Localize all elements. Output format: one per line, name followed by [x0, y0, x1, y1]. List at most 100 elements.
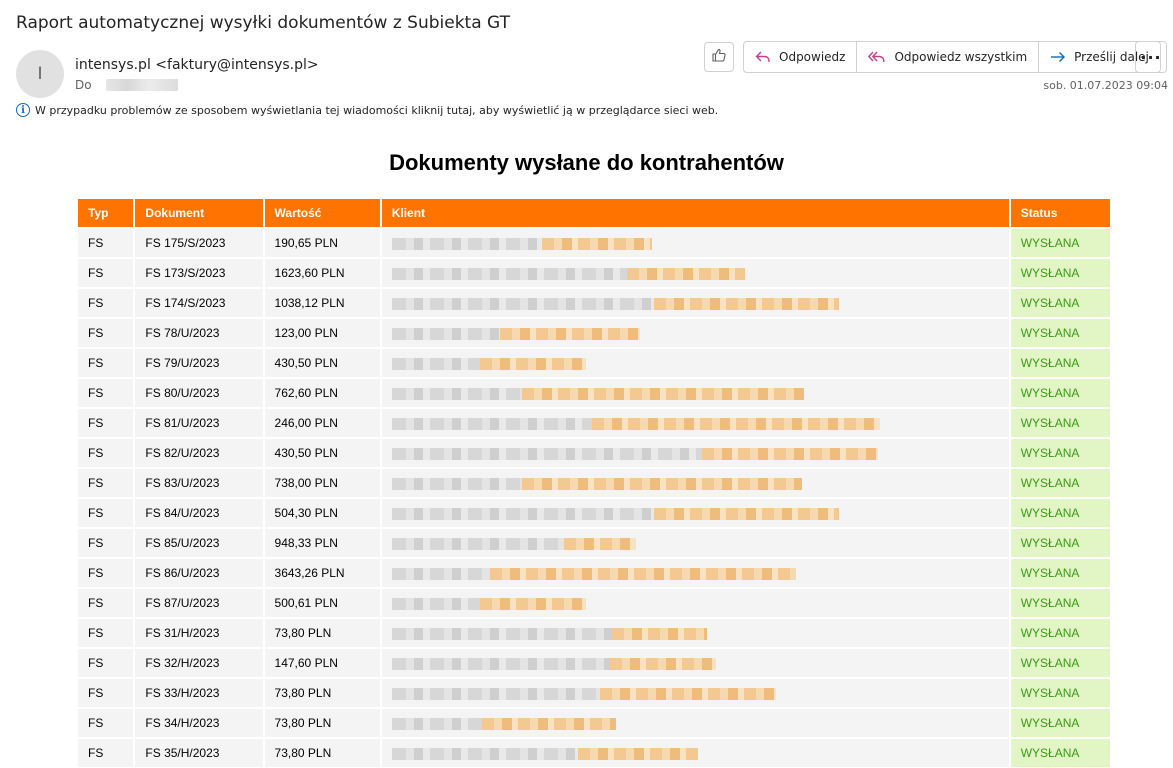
cell-klient — [381, 439, 1009, 467]
thumbs-up-icon — [711, 47, 727, 67]
cell-typ: FS — [78, 739, 134, 767]
client-email-redacted[interactable] — [701, 447, 878, 460]
client-email-redacted[interactable] — [481, 717, 616, 730]
cell-typ: FS — [78, 679, 134, 707]
cell-status: WYSŁANA — [1010, 529, 1110, 557]
cell-status: WYSŁANA — [1010, 349, 1110, 377]
table-row: FS FS 35/H/2023 73,80 PLN WYSŁANA — [78, 739, 1110, 767]
cell-wartosc: 147,60 PLN — [264, 649, 380, 677]
table-row: FS FS 86/U/2023 3643,26 PLN WYSŁANA — [78, 559, 1110, 587]
cell-dokument: FS 81/U/2023 — [135, 409, 263, 437]
client-email-redacted[interactable] — [626, 267, 745, 280]
table-row: FS FS 173/S/2023 1623,60 PLN WYSŁANA — [78, 259, 1110, 287]
cell-typ: FS — [78, 379, 134, 407]
client-email-redacted[interactable] — [563, 537, 636, 550]
column-header-dokument: Dokument — [135, 199, 263, 227]
cell-wartosc: 500,61 PLN — [264, 589, 380, 617]
cell-dokument: FS 82/U/2023 — [135, 439, 263, 467]
cell-status: WYSŁANA — [1010, 559, 1110, 587]
sender-avatar[interactable]: I — [16, 50, 64, 98]
cell-status: WYSŁANA — [1010, 469, 1110, 497]
client-name-redacted — [391, 567, 490, 580]
cell-typ: FS — [78, 619, 134, 647]
web-view-notice[interactable]: i W przypadku problemów ze sposobem wyśw… — [16, 103, 718, 117]
client-email-redacted[interactable] — [653, 297, 839, 310]
table-row: FS FS 34/H/2023 73,80 PLN WYSŁANA — [78, 709, 1110, 737]
client-email-redacted[interactable] — [521, 387, 804, 400]
received-date: sob. 01.07.2023 09:04 — [1043, 79, 1168, 92]
table-row: FS FS 32/H/2023 147,60 PLN WYSŁANA — [78, 649, 1110, 677]
client-email-redacted[interactable] — [479, 597, 586, 610]
like-button[interactable] — [704, 42, 734, 72]
recipient-redacted[interactable] — [105, 79, 178, 91]
cell-status: WYSŁANA — [1010, 739, 1110, 767]
client-email-redacted[interactable] — [653, 507, 839, 520]
client-email-redacted[interactable] — [541, 237, 652, 250]
table-row: FS FS 85/U/2023 948,33 PLN WYSŁANA — [78, 529, 1110, 557]
cell-dokument: FS 31/H/2023 — [135, 619, 263, 647]
client-email-redacted[interactable] — [611, 627, 707, 640]
cell-klient — [381, 679, 1009, 707]
client-name-redacted — [391, 717, 482, 730]
cell-wartosc: 1038,12 PLN — [264, 289, 380, 317]
sender-address[interactable]: intensys.pl <faktury@intensys.pl> — [75, 57, 319, 73]
cell-status: WYSŁANA — [1010, 679, 1110, 707]
cell-typ: FS — [78, 469, 134, 497]
cell-dokument: FS 35/H/2023 — [135, 739, 263, 767]
cell-klient — [381, 529, 1009, 557]
table-row: FS FS 175/S/2023 190,65 PLN WYSŁANA — [78, 229, 1110, 257]
column-header-typ: Typ — [78, 199, 134, 227]
client-name-redacted — [391, 387, 522, 400]
client-name-redacted — [391, 237, 542, 250]
cell-dokument: FS 173/S/2023 — [135, 259, 263, 287]
web-view-notice-text: W przypadku problemów ze sposobem wyświe… — [35, 103, 719, 117]
cell-klient — [381, 259, 1009, 287]
forward-arrow-icon — [1051, 52, 1066, 62]
cell-status: WYSŁANA — [1010, 319, 1110, 347]
client-email-redacted[interactable] — [479, 357, 586, 370]
client-email-redacted[interactable] — [521, 477, 802, 490]
cell-typ: FS — [78, 439, 134, 467]
cell-klient — [381, 739, 1009, 767]
client-email-redacted[interactable] — [577, 747, 698, 760]
cell-wartosc: 3643,26 PLN — [264, 559, 380, 587]
cell-wartosc: 73,80 PLN — [264, 709, 380, 737]
reply-all-button[interactable]: Odpowiedz wszystkim — [857, 42, 1040, 72]
client-email-redacted[interactable] — [591, 417, 880, 430]
reply-icon — [755, 51, 770, 62]
client-email-redacted[interactable] — [599, 687, 776, 700]
cell-typ: FS — [78, 259, 134, 287]
cell-status: WYSŁANA — [1010, 709, 1110, 737]
reply-all-icon — [868, 51, 885, 62]
more-actions-button[interactable]: ··· — [1135, 41, 1167, 73]
cell-klient — [381, 589, 1009, 617]
cell-typ: FS — [78, 529, 134, 557]
table-header-row: Typ Dokument Wartość Klient Status — [78, 199, 1110, 227]
cell-typ: FS — [78, 709, 134, 737]
client-name-redacted — [391, 327, 500, 340]
table-row: FS FS 33/H/2023 73,80 PLN WYSŁANA — [78, 679, 1110, 707]
cell-wartosc: 430,50 PLN — [264, 349, 380, 377]
cell-klient — [381, 379, 1009, 407]
cell-dokument: FS 87/U/2023 — [135, 589, 263, 617]
cell-status: WYSŁANA — [1010, 379, 1110, 407]
cell-klient — [381, 319, 1009, 347]
client-name-redacted — [391, 357, 480, 370]
client-email-redacted[interactable] — [609, 657, 716, 670]
cell-klient — [381, 229, 1009, 257]
reply-all-label: Odpowiedz wszystkim — [894, 50, 1028, 64]
cell-dokument: FS 80/U/2023 — [135, 379, 263, 407]
recipient-row: Do — [75, 78, 178, 92]
documents-table: Typ Dokument Wartość Klient Status FS FS … — [76, 197, 1112, 768]
reply-button[interactable]: Odpowiedz — [744, 42, 858, 72]
table-row: FS FS 80/U/2023 762,60 PLN WYSŁANA — [78, 379, 1110, 407]
cell-typ: FS — [78, 499, 134, 527]
client-email-redacted[interactable] — [499, 327, 640, 340]
cell-dokument: FS 175/S/2023 — [135, 229, 263, 257]
avatar-initial: I — [37, 64, 43, 84]
cell-typ: FS — [78, 349, 134, 377]
client-name-redacted — [391, 627, 612, 640]
cell-status: WYSŁANA — [1010, 229, 1110, 257]
client-email-redacted[interactable] — [489, 567, 796, 580]
cell-wartosc: 762,60 PLN — [264, 379, 380, 407]
